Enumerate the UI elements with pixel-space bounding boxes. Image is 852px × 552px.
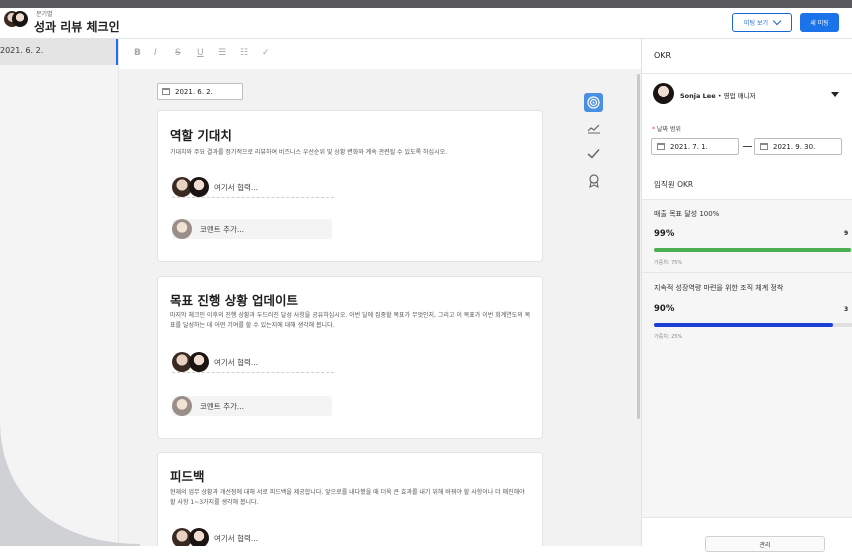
section-title: 피드백 [170, 469, 205, 484]
header-eyebrow: 분기별 [36, 11, 53, 18]
new-meeting-button[interactable]: 새 미팅 [800, 13, 839, 32]
checklist-button[interactable]: ✓ [262, 48, 270, 58]
divider [642, 272, 852, 273]
date-from-value: 2021. 7. 1. [670, 142, 708, 151]
bullet-list-button[interactable]: ☰ [218, 48, 226, 58]
check-icon [587, 149, 600, 159]
okr-tool-button[interactable] [584, 93, 603, 112]
add-comment-field[interactable]: 코멘트 추가... [172, 396, 332, 416]
section-title: 목표 진행 상황 업데이트 [170, 293, 299, 308]
collaborate-field[interactable]: 여기서 협력... [172, 177, 334, 198]
panel-footer: 관리 [642, 517, 852, 552]
section-card: 목표 진행 상황 업데이트 마지막 체크인 이후의 진행 상황과 두드러진 달성… [157, 276, 543, 439]
header-bar: 분기별 성과 리뷰 체크인 미팅 보기 새 미팅 [0, 8, 852, 39]
section-card: 역할 기대치 기대치와 주요 결과를 정기적으로 리뷰하여 비즈니스 우선순위 … [157, 110, 543, 262]
collaborate-placeholder: 여기서 협력... [214, 358, 259, 367]
collaborate-field[interactable]: 여기서 협력... [172, 352, 334, 373]
avatar [653, 83, 674, 104]
metrics-tool-button[interactable] [584, 118, 603, 137]
chevron-down-icon [772, 16, 782, 26]
calendar-icon [760, 143, 768, 150]
date-from-field[interactable]: 2021. 7. 1. [651, 138, 739, 155]
okr-objective-name: 매출 목표 달성 100% [654, 210, 720, 218]
date-range-label: * 날짜 범위 [652, 126, 681, 133]
section-description: 마지막 체크인 이후의 진행 상황과 두드러진 달성 사항을 공유하십시오. 이… [170, 312, 531, 329]
italic-button[interactable]: I [154, 48, 157, 58]
editor-toolbar: B I S U ☰ ☷ ✓ [119, 39, 641, 69]
date-to-value: 2021. 9. 30. [773, 142, 816, 151]
range-separator [743, 146, 752, 147]
okr-progress-bar [654, 323, 852, 327]
okr-progress-fill [654, 248, 851, 252]
okr-edge-value: 3 [844, 306, 849, 313]
sidebar-item-label: 2021. 6. 2. [0, 46, 44, 55]
section-card: 피드백 현재의 업무 상황과 개선점에 대해 서로 피드백을 제공합니다. 앞으… [157, 452, 543, 546]
view-meeting-button[interactable]: 미팅 보기 [732, 13, 792, 32]
editor-canvas: 2021. 6. 2. 역할 기대치 기대치와 주요 결과를 정기적으로 리뷰하… [119, 69, 641, 546]
avatar [12, 11, 28, 27]
section-description: 현재의 업무 상황과 개선점에 대해 서로 피드백을 제공합니다. 앞으로를 내… [170, 489, 525, 506]
collaborate-placeholder: 여기서 협력... [214, 183, 259, 192]
target-icon [587, 96, 600, 109]
okr-objective-name: 지속적 성장역량 마련을 위한 조직 체계 정착 [654, 284, 784, 292]
calendar-icon [657, 143, 665, 150]
action-items-tool-button[interactable] [584, 144, 603, 163]
bold-button[interactable]: B [134, 48, 141, 58]
section-description: 기대치와 주요 결과를 정기적으로 리뷰하여 비즈니스 우선순위 및 상황 변화… [170, 149, 448, 156]
caret-down-icon[interactable] [831, 92, 839, 97]
manage-button[interactable]: 관리 [705, 536, 825, 552]
date-value: 2021. 6. 2. [175, 87, 213, 96]
comment-placeholder: 코멘트 추가... [200, 225, 245, 234]
editor-scrollbar[interactable] [637, 74, 640, 419]
recognition-tool-button[interactable] [584, 171, 603, 190]
window-top-strip [0, 0, 852, 8]
okr-weight: 가중치: 75% [654, 260, 683, 266]
avatar [189, 177, 209, 197]
okr-user-selector[interactable]: Sonja Lee • 영업 매니저 [680, 90, 756, 100]
panel-title: OKR [654, 51, 672, 60]
okr-section-title: 임직원 OKR [654, 180, 694, 189]
okr-list: 매출 목표 달성 100% 99% 9 가중치: 75% 지속적 성장역량 마련… [642, 200, 852, 517]
comment-placeholder: 코멘트 추가... [200, 402, 245, 411]
user-name: Sonja Lee [680, 92, 716, 100]
numbered-list-button[interactable]: ☷ [240, 48, 248, 58]
page-title: 성과 리뷰 체크인 [34, 20, 120, 34]
date-field[interactable]: 2021. 6. 2. [157, 83, 243, 100]
okr-progress-fill [654, 323, 834, 327]
add-comment-field[interactable]: 코멘트 추가... [172, 219, 332, 239]
avatar [189, 528, 209, 546]
date-to-field[interactable]: 2021. 9. 30. [754, 138, 842, 155]
okr-progress-value: 99% [654, 229, 675, 239]
user-role: • 영업 매니저 [715, 92, 756, 100]
collaborate-field[interactable]: 여기서 협력... [172, 528, 334, 546]
okr-edge-value: 9 [844, 230, 849, 237]
award-icon [588, 173, 599, 188]
section-title: 역할 기대치 [170, 128, 232, 143]
calendar-icon [162, 88, 170, 95]
avatar [189, 352, 209, 372]
okr-panel: OKR Sonja Lee • 영업 매니저 * 날짜 범위 2021. 7. … [641, 39, 852, 552]
avatar [172, 396, 192, 416]
strikethrough-button[interactable]: S [175, 48, 181, 58]
meeting-list-sidebar: 2021. 6. 2. [0, 39, 119, 546]
okr-progress-bar [654, 248, 852, 252]
sidebar-item-date[interactable]: 2021. 6. 2. [0, 39, 118, 65]
view-meeting-label: 미팅 보기 [744, 20, 768, 27]
okr-progress-value: 90% [654, 304, 675, 314]
trend-chart-icon [587, 124, 600, 133]
collaborate-placeholder: 여기서 협력... [214, 534, 259, 543]
avatar [172, 219, 192, 239]
okr-weight: 가중치: 25% [654, 334, 683, 340]
underline-button[interactable]: U [197, 48, 204, 58]
divider [642, 73, 852, 74]
